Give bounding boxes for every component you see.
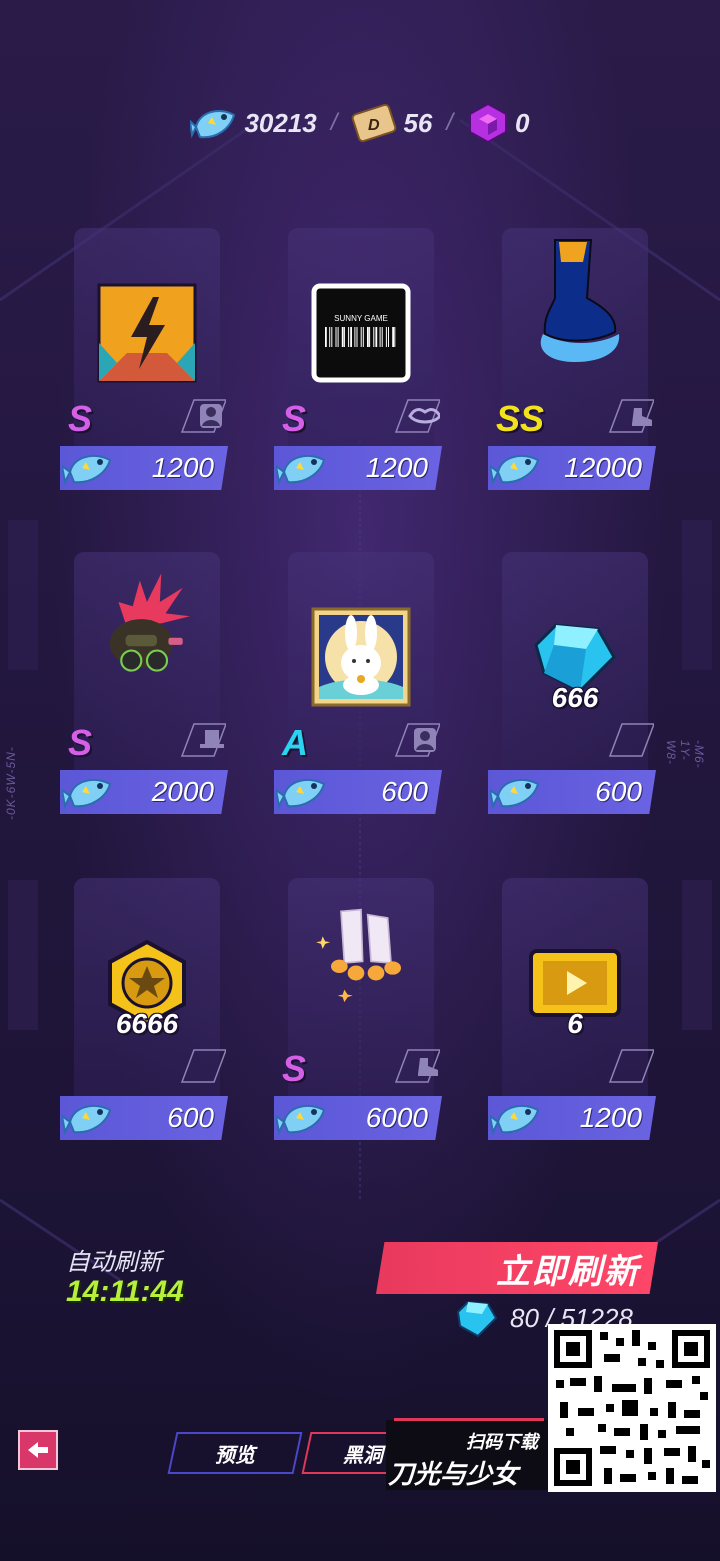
auto-refresh-label: 自动刷新 <box>66 1249 162 1276</box>
auto-refresh-timer: 14:11:44 <box>66 1275 184 1308</box>
fish-currency-icon <box>276 779 326 810</box>
rarity-rank: S <box>68 398 93 439</box>
rarity-rank: SS <box>496 398 545 439</box>
fish-currency-icon <box>190 110 236 139</box>
rarity-rank: S <box>282 398 307 439</box>
cube-currency[interactable]: 0 <box>467 102 530 144</box>
price-value: 600 <box>381 776 428 807</box>
ticket-amount: 56 <box>403 107 433 138</box>
item-quantity: 6 <box>567 1008 583 1039</box>
side-code-right: -M6-1Y-W8- <box>664 740 706 769</box>
fish-currency[interactable]: 30213 <box>190 103 317 143</box>
empty-slot-icon <box>608 722 656 758</box>
price-tag[interactable]: 600 <box>488 770 656 814</box>
hat-icon <box>180 722 228 758</box>
price-tag[interactable]: 600 <box>60 1096 228 1140</box>
refresh-now-label: 立即刷新 <box>496 1252 640 1291</box>
currency-bar: 30213 / D 56 / 0 <box>0 98 720 148</box>
side-code-left: -0K-6W-5N- <box>4 746 18 820</box>
tab-preview[interactable]: 预览 <box>167 1432 303 1474</box>
rarity-rank: S <box>282 1048 307 1089</box>
price-tag[interactable]: 1200 <box>60 446 228 490</box>
price-value: 2000 <box>151 776 214 807</box>
svg-text:D: D <box>368 117 380 134</box>
shoe-icon <box>394 1048 442 1084</box>
rarity-rank: A <box>282 722 308 763</box>
rabbit-frame-icon <box>311 607 411 707</box>
price-value: 600 <box>167 1102 214 1133</box>
d-ticket-icon: D <box>352 103 397 143</box>
white-socks-icon <box>311 903 411 1003</box>
purple-cube-icon <box>469 102 508 144</box>
promo-banner[interactable]: 扫码下载 刀光与少女 <box>386 1418 550 1490</box>
price-value: 1200 <box>365 452 428 483</box>
fish-currency-icon <box>62 1105 112 1136</box>
lightning-frame-icon <box>97 283 197 383</box>
portrait-icon <box>394 722 442 758</box>
item-quantity: 6666 <box>115 1008 179 1039</box>
barcode-card-icon: SUNNY GAME <box>311 283 411 383</box>
promo-stripe <box>394 1418 544 1421</box>
promo-game-title: 刀光与少女 <box>388 1459 519 1489</box>
price-value: 6000 <box>365 1102 428 1133</box>
price-value: 600 <box>595 776 642 807</box>
arrow-left-icon <box>28 1442 48 1458</box>
ticket-currency[interactable]: D 56 <box>351 103 432 143</box>
price-value: 12000 <box>564 452 642 483</box>
lips-icon <box>394 398 442 434</box>
price-tag[interactable]: 12000 <box>488 446 656 490</box>
back-button[interactable] <box>18 1430 58 1470</box>
tab-black-hole-label: 黑洞 <box>343 1444 383 1467</box>
fish-currency-icon <box>490 455 540 486</box>
price-tag[interactable]: 6000 <box>274 1096 442 1140</box>
portrait-icon <box>180 398 228 434</box>
promo-scan-text: 扫码下载 <box>466 1432 538 1452</box>
empty-slot-icon <box>180 1048 228 1084</box>
qr-code[interactable] <box>548 1324 716 1492</box>
fish-amount: 30213 <box>244 107 317 138</box>
fish-currency-icon <box>62 455 112 486</box>
price-tag[interactable]: 600 <box>274 770 442 814</box>
fish-currency-icon <box>490 1105 540 1136</box>
refresh-now-button[interactable]: 立即刷新 <box>376 1242 658 1294</box>
separator: / <box>330 109 338 136</box>
price-value: 1200 <box>151 452 214 483</box>
cube-amount: 0 <box>515 107 530 138</box>
fish-currency-icon <box>276 1105 326 1136</box>
empty-slot-icon <box>608 1048 656 1084</box>
fish-currency-icon <box>490 779 540 810</box>
item-quantity: 666 <box>551 682 599 713</box>
fish-currency-icon <box>62 779 112 810</box>
price-tag[interactable]: 1200 <box>274 446 442 490</box>
separator: / <box>446 109 454 136</box>
rarity-rank: S <box>68 722 93 763</box>
price-value: 1200 <box>579 1102 642 1133</box>
svg-text:SUNNY GAME: SUNNY GAME <box>334 314 388 323</box>
boot-icon <box>525 239 625 362</box>
punk-hair-costume-icon <box>97 573 197 677</box>
tab-preview-label: 预览 <box>215 1444 255 1467</box>
price-tag[interactable]: 2000 <box>60 770 228 814</box>
blue-gem-icon <box>456 1300 498 1338</box>
fish-currency-icon <box>276 455 326 486</box>
shoe-icon <box>608 398 656 434</box>
price-tag[interactable]: 1200 <box>488 1096 656 1140</box>
